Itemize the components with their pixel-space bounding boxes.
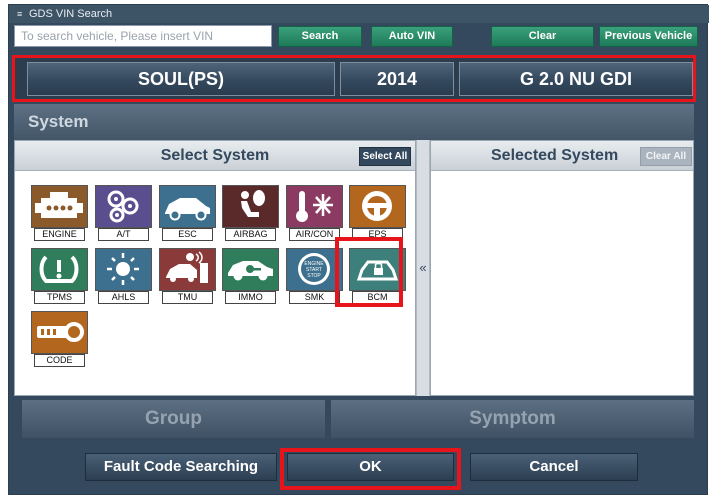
system-tile-code[interactable]: CODE (31, 311, 88, 368)
tile-label: AIR/CON (289, 228, 340, 241)
bcm-highlight-frame (335, 237, 403, 307)
car-side-icon (159, 185, 216, 228)
tile-label: ESC (162, 228, 213, 241)
tile-label: CODE (34, 354, 85, 367)
system-tile-engine[interactable]: ENGINE (31, 185, 88, 242)
tile-label: AHLS (98, 291, 149, 304)
telematics-icon (159, 248, 216, 291)
group-tab[interactable]: Group (22, 400, 325, 438)
tire-pressure-icon (31, 248, 88, 291)
tile-label: TPMS (34, 291, 85, 304)
ok-highlight-frame (280, 448, 461, 490)
select-all-button[interactable]: Select All (359, 147, 411, 166)
engine-icon (31, 185, 88, 228)
key-code-icon (31, 311, 88, 354)
system-tile-eps[interactable]: EPS (349, 185, 406, 242)
title-bar: ≡ GDS VIN Search (9, 5, 709, 23)
symptom-tab[interactable]: Symptom (331, 400, 694, 438)
vehicle-info-bar: SOUL(PS) 2014 G 2.0 NU GDI (12, 55, 696, 102)
clear-button[interactable]: Clear (491, 26, 594, 47)
tile-label: AIRBAG (225, 228, 276, 241)
fault-code-searching-button[interactable]: Fault Code Searching (85, 453, 277, 481)
search-button[interactable]: Search (278, 26, 362, 47)
aircon-icon (286, 185, 343, 228)
airbag-icon (222, 185, 279, 228)
system-tile-tpms[interactable]: TPMS (31, 248, 88, 305)
vehicle-engine[interactable]: G 2.0 NU GDI (459, 62, 693, 96)
window-menu-icon[interactable]: ≡ (17, 5, 25, 23)
system-tile-immo[interactable]: IMMO (222, 248, 279, 305)
select-system-title: Select System Select All (15, 141, 415, 171)
select-system-label: Select System (160, 147, 270, 164)
immobilizer-icon (222, 248, 279, 291)
gears-icon (95, 185, 152, 228)
move-to-selected-arrow[interactable]: « (416, 140, 430, 396)
previous-vehicle-button[interactable]: Previous Vehicle (599, 26, 698, 47)
vehicle-year[interactable]: 2014 (340, 62, 454, 96)
vehicle-model[interactable]: SOUL(PS) (27, 62, 335, 96)
system-tile-airbag[interactable]: AIRBAG (222, 185, 279, 242)
selected-system-title: Selected System Clear All (431, 141, 693, 171)
system-tile-aircon[interactable]: AIR/CON (286, 185, 343, 242)
vin-search-input[interactable]: To search vehicle, Please insert VIN (14, 25, 272, 47)
clear-all-button[interactable]: Clear All (640, 147, 692, 166)
auto-vin-button[interactable]: Auto VIN (371, 26, 453, 47)
tile-label: IMMO (225, 291, 276, 304)
system-tile-at[interactable]: A/T (95, 185, 152, 242)
system-section-header: System (14, 104, 694, 140)
selected-system-panel: Selected System Clear All (430, 140, 694, 396)
tile-label: TMU (162, 291, 213, 304)
tile-label: A/T (98, 228, 149, 241)
tile-label: ENGINE (34, 228, 85, 241)
system-tile-ahls[interactable]: AHLS (95, 248, 152, 305)
headlight-icon (95, 248, 152, 291)
system-tile-esc[interactable]: ESC (159, 185, 216, 242)
steering-wheel-icon (349, 185, 406, 228)
cancel-button[interactable]: Cancel (470, 453, 638, 481)
system-tile-tmu[interactable]: TMU (159, 248, 216, 305)
window-title: GDS VIN Search (29, 8, 113, 20)
svg-text:STOP: STOP (307, 273, 321, 279)
selected-system-label: Selected System (491, 147, 619, 164)
tile-label: SMK (289, 291, 340, 304)
